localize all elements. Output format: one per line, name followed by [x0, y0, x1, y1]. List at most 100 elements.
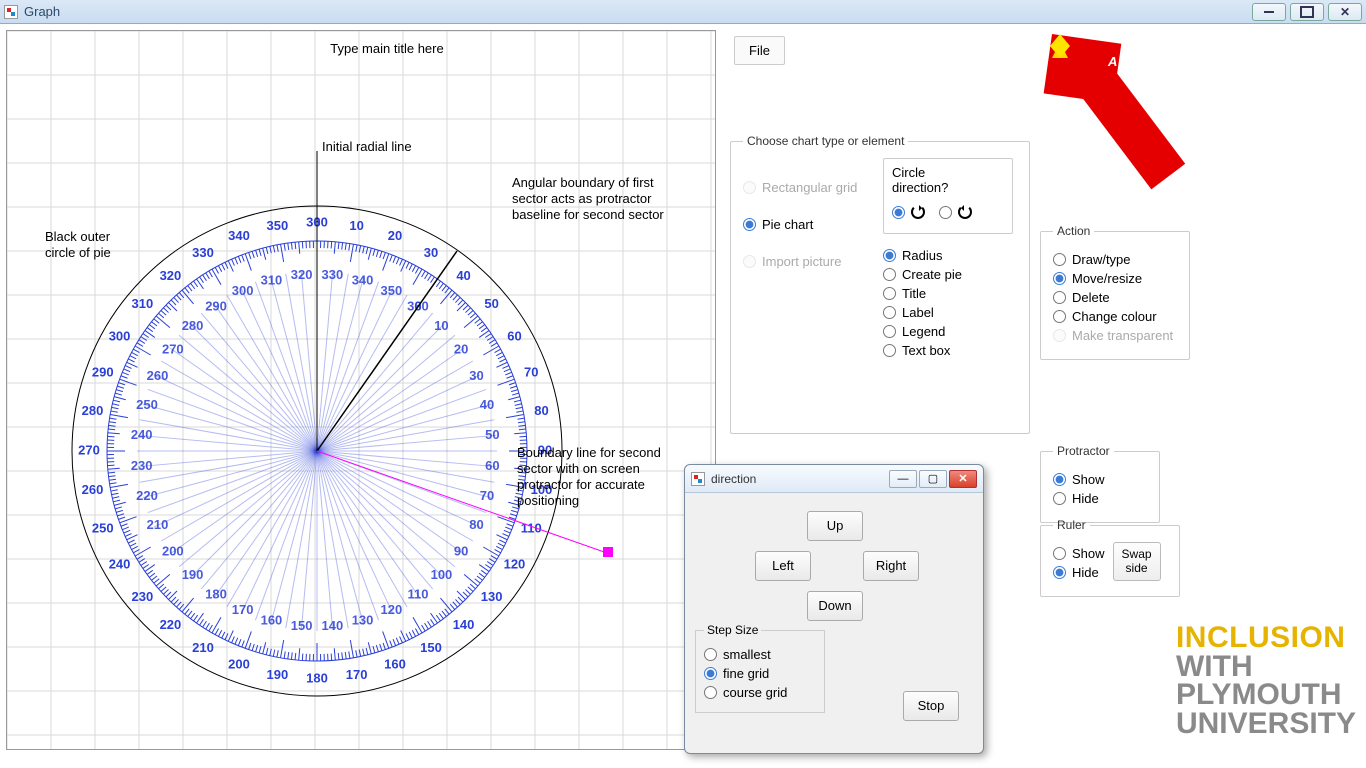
- svg-text:160: 160: [261, 612, 283, 627]
- up-button[interactable]: Up: [807, 511, 863, 541]
- file-menu[interactable]: File: [734, 36, 785, 65]
- radio-legend[interactable]: Legend: [883, 324, 1013, 339]
- svg-text:50: 50: [484, 296, 498, 311]
- choose-legend: Choose chart type or element: [743, 134, 908, 148]
- svg-text:140: 140: [321, 618, 343, 633]
- close-button[interactable]: ✕: [1328, 3, 1362, 21]
- dialog-app-icon: [691, 472, 705, 486]
- svg-text:220: 220: [136, 488, 158, 503]
- drag-handle[interactable]: [603, 547, 613, 557]
- protractor-group: Protractor Show Hide: [1040, 444, 1160, 523]
- radio-create-pie[interactable]: Create pie: [883, 267, 1013, 282]
- radio-move-resize[interactable]: Move/resize: [1053, 271, 1177, 286]
- left-button[interactable]: Left: [755, 551, 811, 581]
- svg-text:190: 190: [267, 667, 289, 682]
- svg-text:330: 330: [192, 245, 214, 260]
- ruler-group: Ruler Show Hide Swap side: [1040, 518, 1180, 597]
- chart-title[interactable]: Type main title here: [330, 41, 443, 56]
- svg-text:130: 130: [352, 612, 374, 627]
- window-title: Graph: [24, 4, 60, 19]
- svg-text:120: 120: [381, 602, 403, 617]
- dialog-minimize-button[interactable]: —: [889, 470, 917, 488]
- radio-title[interactable]: Title: [883, 286, 1013, 301]
- circle-direction-label: Circle direction?: [892, 165, 1004, 195]
- svg-text:320: 320: [160, 268, 182, 283]
- svg-text:300: 300: [109, 328, 131, 343]
- radio-label[interactable]: Label: [883, 305, 1013, 320]
- radio-delete[interactable]: Delete: [1053, 290, 1177, 305]
- choose-chart-group: Choose chart type or element Rectangular…: [730, 134, 1030, 434]
- svg-text:130: 130: [481, 589, 503, 604]
- label-angular-boundary: Angular boundary of first sector acts as…: [512, 175, 664, 222]
- radio-textbox[interactable]: Text box: [883, 343, 1013, 358]
- svg-text:160: 160: [384, 657, 406, 672]
- radio-radius[interactable]: Radius: [883, 248, 1013, 263]
- radio-ruler-hide[interactable]: Hide: [1053, 565, 1105, 580]
- svg-text:A: A: [1107, 54, 1117, 69]
- svg-text:210: 210: [192, 640, 214, 655]
- brand-footer: INCLUSION WITH PLYMOUTH UNIVERSITY: [1176, 624, 1356, 738]
- minimize-button[interactable]: [1252, 3, 1286, 21]
- svg-text:310: 310: [131, 296, 153, 311]
- svg-text:260: 260: [147, 368, 169, 383]
- svg-text:220: 220: [160, 617, 182, 632]
- svg-text:300: 300: [232, 283, 254, 298]
- radio-rect-grid[interactable]: Rectangular grid: [743, 180, 873, 195]
- svg-text:80: 80: [534, 403, 548, 418]
- radio-ruler-show[interactable]: Show: [1053, 546, 1105, 561]
- radio-draw-type[interactable]: Draw/type: [1053, 252, 1177, 267]
- svg-text:310: 310: [261, 272, 283, 287]
- svg-text:10: 10: [349, 218, 363, 233]
- svg-text:230: 230: [131, 458, 153, 473]
- svg-text:280: 280: [82, 403, 104, 418]
- svg-text:190: 190: [182, 567, 204, 582]
- svg-text:140: 140: [453, 617, 475, 632]
- dialog-titlebar[interactable]: direction — ▢ ✕: [685, 465, 983, 493]
- direction-dialog[interactable]: direction — ▢ ✕ Up Left Right Down Stop …: [684, 464, 984, 754]
- svg-text:290: 290: [92, 364, 114, 379]
- radio-dir-cw[interactable]: [892, 205, 925, 219]
- radio-protractor-hide[interactable]: Hide: [1053, 491, 1147, 506]
- radio-dir-ccw[interactable]: [939, 205, 972, 219]
- svg-text:70: 70: [524, 364, 538, 379]
- svg-text:270: 270: [78, 442, 100, 457]
- radio-import-picture[interactable]: Import picture: [743, 254, 873, 269]
- radio-change-colour[interactable]: Change colour: [1053, 309, 1177, 324]
- svg-text:330: 330: [321, 267, 343, 282]
- svg-text:340: 340: [352, 272, 374, 287]
- svg-text:110: 110: [521, 520, 542, 535]
- label-outer-circle: Black outer circle of pie: [45, 229, 114, 260]
- svg-text:80: 80: [469, 517, 483, 532]
- radio-step-fine[interactable]: fine grid: [704, 666, 816, 681]
- svg-text:40: 40: [480, 397, 494, 412]
- ccw-icon: [958, 205, 972, 219]
- down-button[interactable]: Down: [807, 591, 863, 621]
- main-titlebar: Graph ✕: [0, 0, 1366, 24]
- radio-protractor-show[interactable]: Show: [1053, 472, 1147, 487]
- radio-pie-chart[interactable]: Pie chart: [743, 217, 873, 232]
- app-icon: [4, 5, 18, 19]
- svg-text:100: 100: [431, 567, 453, 582]
- action-group: Action Draw/type Move/resize Delete Chan…: [1040, 224, 1190, 360]
- svg-text:150: 150: [420, 640, 442, 655]
- svg-text:30: 30: [469, 368, 483, 383]
- svg-text:170: 170: [346, 667, 368, 682]
- chart-canvas[interactable]: Type main title here 0102030405060708090…: [6, 30, 716, 750]
- radio-make-transparent[interactable]: Make transparent: [1053, 328, 1177, 343]
- radio-step-smallest[interactable]: smallest: [704, 647, 816, 662]
- radio-step-course[interactable]: course grid: [704, 685, 816, 700]
- svg-text:200: 200: [228, 657, 250, 672]
- stop-button[interactable]: Stop: [903, 691, 959, 721]
- maximize-button[interactable]: [1290, 3, 1324, 21]
- ruler-legend: Ruler: [1053, 518, 1090, 532]
- svg-text:30: 30: [424, 245, 438, 260]
- right-button[interactable]: Right: [863, 551, 919, 581]
- svg-text:200: 200: [162, 543, 184, 558]
- svg-text:50: 50: [485, 427, 499, 442]
- step-size-group: Step Size smallest fine grid course grid: [695, 623, 825, 713]
- svg-text:10: 10: [434, 318, 448, 333]
- dialog-maximize-button[interactable]: ▢: [919, 470, 947, 488]
- swap-side-button[interactable]: Swap side: [1113, 542, 1161, 581]
- svg-text:350: 350: [267, 218, 289, 233]
- dialog-close-button[interactable]: ✕: [949, 470, 977, 488]
